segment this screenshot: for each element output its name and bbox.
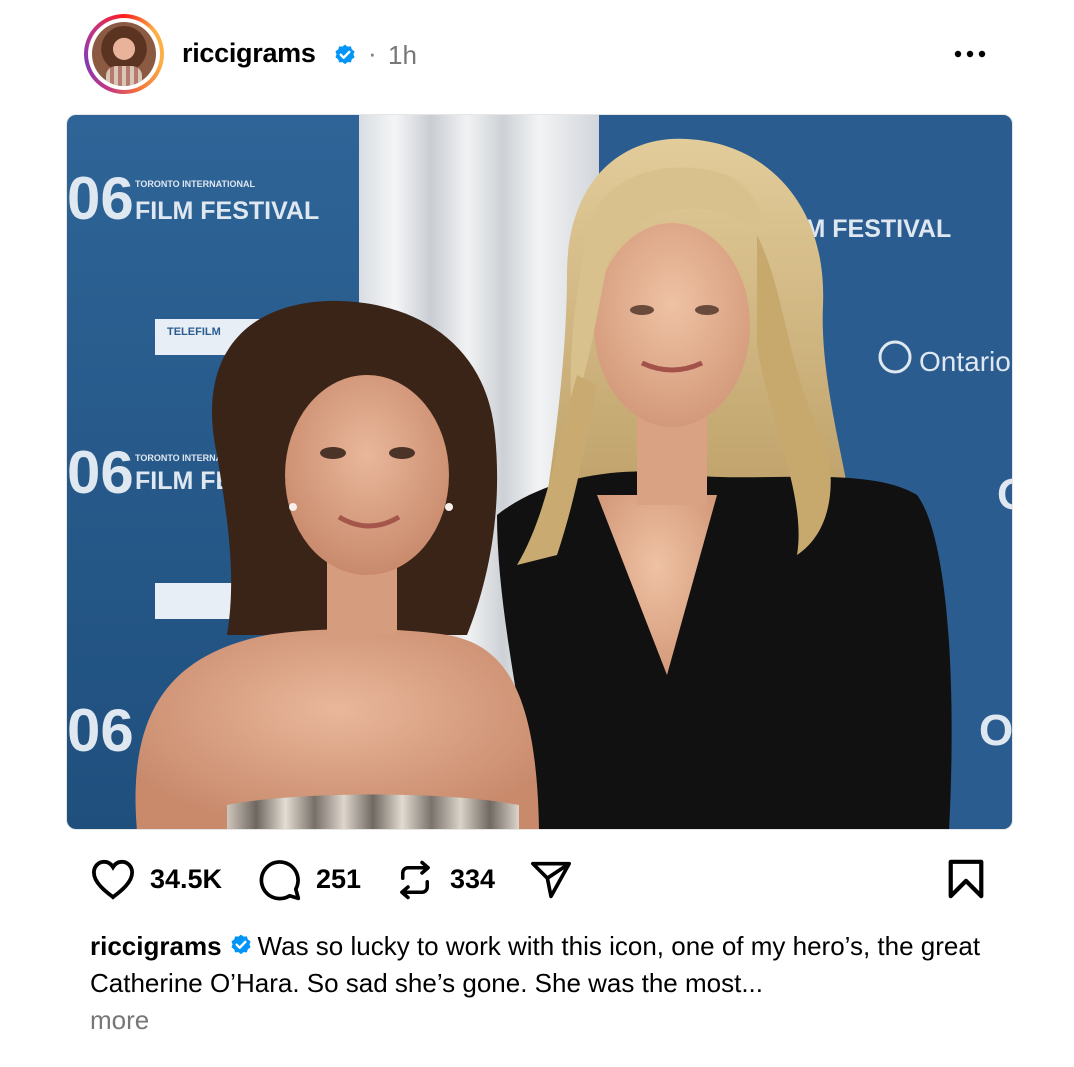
caption-text: Was so lucky to work with this icon, one… [90, 931, 981, 998]
comment-bubble-icon[interactable] [258, 858, 302, 902]
backdrop-festival-text: FILM FESTIVAL [135, 197, 319, 225]
backdrop-small-text: TORONTO INTERNATIONAL [135, 179, 255, 189]
post-image[interactable]: 06 TORONTO INTERNATIONAL FILM FESTIVAL T… [66, 114, 1013, 830]
share-send-icon[interactable] [528, 860, 574, 900]
post-username[interactable]: riccigrams [182, 38, 316, 69]
caption-username[interactable]: riccigrams [90, 931, 222, 961]
caption-more-link[interactable]: more [90, 1002, 1000, 1039]
backdrop-year-text: 06 [67, 165, 134, 232]
svg-text:O: O [997, 470, 1013, 519]
avatar-story-ring[interactable] [84, 14, 164, 94]
avatar[interactable] [92, 22, 156, 86]
header-separator: · [368, 38, 377, 68]
post-caption: riccigrams Was so lucky to work with thi… [90, 928, 1000, 1039]
repost-icon[interactable] [394, 858, 436, 902]
post-header: riccigrams · 1h [84, 14, 994, 98]
backdrop-year-text-2: 06 [67, 439, 134, 506]
like-heart-icon[interactable] [90, 858, 136, 900]
more-options-icon[interactable] [952, 42, 988, 66]
post-card: riccigrams · 1h 06 TORONTO INTERNATIONAL… [0, 0, 1074, 1067]
comment-count: 251 [316, 864, 362, 894]
action-bar: 34.5K 251 334 [88, 852, 988, 912]
verified-badge-icon [335, 44, 355, 65]
like-count: 34.5K [150, 864, 223, 894]
backdrop-telefilm-text: TELEFILM [167, 326, 221, 338]
backdrop-ontario-text: Ontario [919, 346, 1011, 377]
verified-badge-icon [230, 934, 251, 955]
post-timestamp: 1h [388, 40, 417, 70]
svg-text:O: O [979, 706, 1013, 755]
repost-count: 334 [450, 864, 496, 894]
post-photo-illustration: 06 TORONTO INTERNATIONAL FILM FESTIVAL T… [67, 115, 1013, 829]
bookmark-icon[interactable] [946, 858, 986, 900]
backdrop-year-text-3: 06 [67, 697, 134, 764]
